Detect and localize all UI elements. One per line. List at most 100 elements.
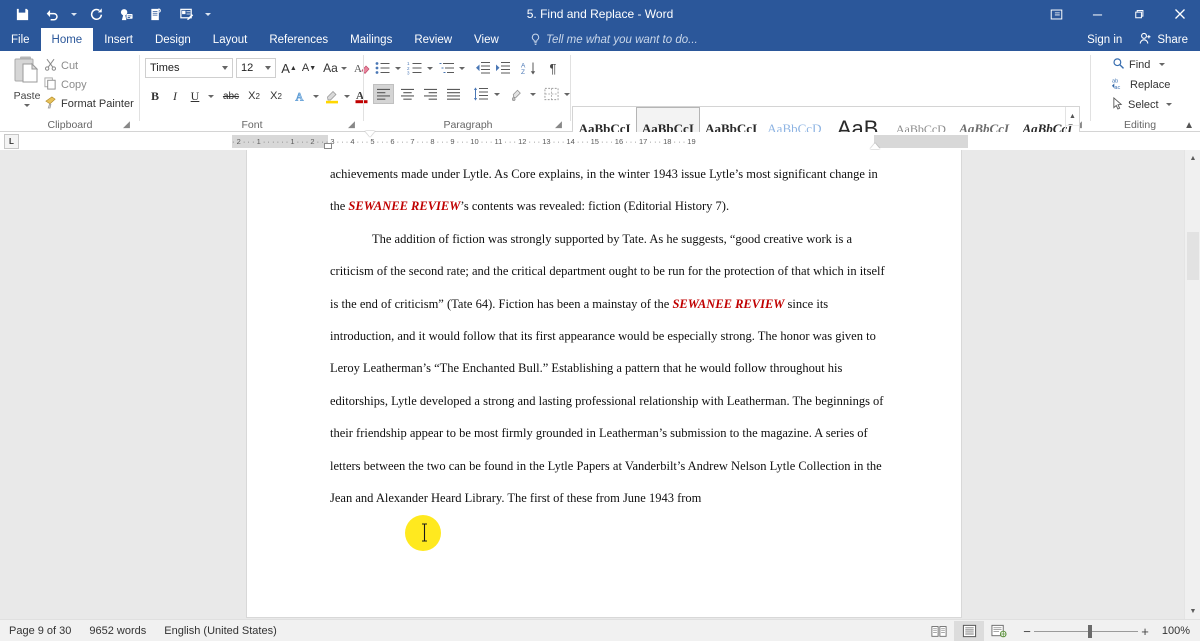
cut-button[interactable]: Cut (44, 57, 78, 74)
increase-indent-button[interactable] (493, 58, 513, 78)
ribbon-display-options-icon[interactable] (1036, 0, 1077, 28)
right-indent-marker[interactable] (870, 143, 880, 149)
styles-scroll-up-icon[interactable]: ▲ (1066, 107, 1079, 126)
tab-home[interactable]: Home (41, 28, 94, 51)
undo-icon[interactable] (38, 1, 66, 27)
bold-button[interactable]: B (146, 86, 164, 106)
tab-view[interactable]: View (463, 28, 510, 51)
numbering-dropdown-icon[interactable] (424, 58, 435, 78)
replace-button[interactable]: abac Replace (1112, 76, 1170, 93)
scroll-up-icon[interactable]: ▲ (1185, 150, 1200, 166)
tab-review[interactable]: Review (403, 28, 463, 51)
justify-button[interactable] (443, 84, 464, 104)
tell-me-search[interactable]: Tell me what you want to do... (530, 28, 698, 51)
print-preview-icon[interactable] (142, 1, 170, 27)
paragraph-dialog-launcher[interactable]: ◢ (553, 119, 564, 130)
grow-font-button[interactable]: A▲ (280, 58, 298, 78)
share-button[interactable]: Share (1131, 28, 1200, 51)
change-case-dropdown-icon[interactable] (341, 67, 347, 70)
tab-layout[interactable]: Layout (202, 28, 259, 51)
align-left-button[interactable] (373, 84, 394, 104)
format-painter-button[interactable]: Format Painter (44, 95, 134, 112)
decrease-indent-button[interactable] (473, 58, 493, 78)
highlight-button[interactable] (322, 86, 342, 106)
page-indicator[interactable]: Page 9 of 30 (0, 625, 80, 637)
multilevel-list-dropdown-icon[interactable] (456, 58, 467, 78)
zoom-knob[interactable] (1088, 625, 1092, 638)
font-size-dropdown-icon[interactable] (261, 59, 275, 77)
change-case-button[interactable]: Aa (322, 58, 348, 78)
zoom-in-button[interactable]: + (1138, 624, 1152, 639)
redo-icon[interactable] (82, 1, 110, 27)
scrollbar-thumb[interactable] (1187, 232, 1199, 280)
font-name-combo[interactable]: Times (145, 58, 233, 78)
underline-dropdown-icon[interactable] (205, 86, 217, 106)
shrink-font-button[interactable]: A▼ (300, 58, 318, 78)
customize-icon[interactable] (112, 1, 140, 27)
clipboard-dialog-launcher[interactable]: ◢ (121, 119, 132, 130)
sort-button[interactable]: AZ (519, 58, 539, 78)
document-text[interactable]: achievements made under Lytle. As Core e… (330, 158, 886, 514)
collapse-ribbon-icon[interactable]: ▲ (1184, 120, 1194, 131)
select-button[interactable]: Select (1112, 96, 1172, 113)
new-comment-icon[interactable] (172, 1, 200, 27)
sign-in-button[interactable]: Sign in (1078, 34, 1131, 46)
strikethrough-button[interactable]: abc (220, 86, 242, 106)
vertical-scrollbar[interactable]: ▲ ▼ (1184, 150, 1200, 619)
tab-design[interactable]: Design (144, 28, 202, 51)
bullets-dropdown-icon[interactable] (392, 58, 403, 78)
word-count[interactable]: 9652 words (80, 625, 155, 637)
numbering-button[interactable]: 123 (405, 58, 424, 78)
align-right-button[interactable] (420, 84, 441, 104)
minimize-button[interactable] (1077, 0, 1118, 28)
shading-dropdown-icon[interactable] (527, 84, 538, 104)
paste-button[interactable]: Paste (6, 55, 48, 107)
font-size-combo[interactable]: 12 (236, 58, 276, 78)
paste-dropdown-icon[interactable] (24, 104, 30, 107)
multilevel-list-button[interactable] (437, 58, 456, 78)
text-effects-dropdown-icon[interactable] (310, 86, 321, 106)
zoom-out-button[interactable]: − (1020, 624, 1034, 639)
save-icon[interactable] (8, 1, 36, 27)
first-line-indent-marker[interactable] (365, 131, 375, 137)
document-page[interactable]: achievements made under Lytle. As Core e… (246, 150, 962, 618)
web-layout-button[interactable] (984, 621, 1014, 641)
find-dropdown-icon[interactable] (1159, 63, 1165, 66)
tab-insert[interactable]: Insert (93, 28, 144, 51)
customize-qat-icon[interactable] (202, 1, 214, 27)
language-indicator[interactable]: English (United States) (155, 625, 286, 637)
subscript-button[interactable]: X2 (244, 86, 264, 106)
zoom-slider[interactable]: − + (1014, 624, 1158, 639)
zoom-track[interactable] (1034, 631, 1138, 632)
italic-button[interactable]: I (166, 86, 184, 106)
highlight-dropdown-icon[interactable] (341, 86, 352, 106)
borders-button[interactable] (541, 84, 561, 104)
line-spacing-button[interactable] (471, 84, 491, 104)
undo-dropdown-icon[interactable] (68, 1, 80, 27)
scroll-down-icon[interactable]: ▼ (1185, 603, 1200, 619)
find-button[interactable]: Find (1112, 56, 1165, 73)
bullets-button[interactable] (373, 58, 392, 78)
font-dialog-launcher[interactable]: ◢ (346, 119, 357, 130)
copy-button[interactable]: Copy (44, 76, 87, 93)
shading-button[interactable] (507, 84, 527, 104)
tab-stop-selector[interactable]: L (4, 134, 19, 149)
tab-mailings[interactable]: Mailings (339, 28, 403, 51)
superscript-button[interactable]: X2 (266, 86, 286, 106)
restore-button[interactable] (1118, 0, 1159, 28)
center-button[interactable] (397, 84, 418, 104)
zoom-level[interactable]: 100% (1158, 625, 1200, 637)
line-spacing-dropdown-icon[interactable] (491, 84, 502, 104)
close-button[interactable] (1159, 0, 1200, 28)
hanging-indent-marker[interactable] (324, 143, 332, 149)
tab-file[interactable]: File (0, 28, 41, 51)
underline-button[interactable]: U (186, 86, 204, 106)
text-effects-button[interactable]: A (292, 86, 310, 106)
horizontal-ruler[interactable]: · 2 · · · 1 · · · · · · 1 · · · 2 · · · … (232, 135, 968, 148)
show-formatting-marks-button[interactable]: ¶ (543, 58, 563, 78)
font-name-dropdown-icon[interactable] (218, 59, 232, 77)
read-mode-button[interactable] (924, 621, 954, 641)
select-dropdown-icon[interactable] (1166, 103, 1172, 106)
tab-references[interactable]: References (258, 28, 339, 51)
print-layout-button[interactable] (954, 621, 984, 641)
